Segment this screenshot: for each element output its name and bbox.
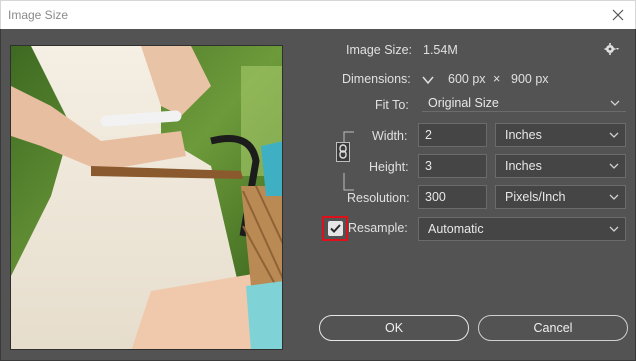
width-unit-value: Inches: [505, 128, 542, 142]
chevron-down-icon: [609, 226, 619, 232]
resample-label: Resample:: [348, 221, 408, 235]
width-unit-select[interactable]: Inches: [495, 123, 626, 147]
width-input[interactable]: 2: [418, 123, 487, 147]
close-icon: [612, 9, 624, 21]
dimensions-separator: ×: [493, 72, 501, 86]
dimensions-toggle[interactable]: [421, 73, 437, 87]
resolution-unit-value: Pixels/Inch: [505, 190, 566, 204]
constrain-proportions-button[interactable]: [336, 142, 352, 164]
window-title: Image Size: [8, 8, 69, 22]
close-button[interactable]: [607, 5, 629, 25]
fit-to-select[interactable]: Original Size: [422, 96, 626, 112]
height-input[interactable]: 3: [418, 154, 487, 178]
dialog-panel: Image Size: 1.54M Dimensions: 600 px × 9…: [0, 29, 636, 361]
dimensions-label: Dimensions:: [342, 72, 411, 86]
image-size-value: 1.54M: [423, 43, 458, 57]
height-unit-select[interactable]: Inches: [495, 154, 626, 178]
height-label: Height:: [369, 160, 409, 174]
chevron-down-icon: [609, 163, 619, 169]
height-input-value: 3: [425, 159, 432, 173]
chevron-down-icon: [422, 76, 434, 85]
title-bar: Image Size: [0, 0, 636, 29]
cancel-button[interactable]: Cancel: [478, 315, 628, 341]
chain-link-icon: [336, 142, 350, 162]
chevron-down-icon: [610, 100, 620, 106]
resample-method-value: Automatic: [428, 222, 484, 236]
settings-gear-button[interactable]: [604, 42, 622, 58]
checkmark-icon: [329, 224, 341, 233]
image-preview[interactable]: [10, 45, 283, 350]
chevron-down-icon: [609, 194, 619, 200]
fit-to-value: Original Size: [428, 96, 499, 110]
ok-button[interactable]: OK: [319, 315, 469, 341]
image-size-label: Image Size:: [346, 43, 413, 57]
resolution-input[interactable]: 300: [418, 185, 487, 209]
dimensions-width-value: 600 px: [448, 72, 486, 86]
resample-checkbox[interactable]: [327, 221, 343, 236]
width-label: Width:: [372, 129, 408, 143]
height-unit-value: Inches: [505, 159, 542, 173]
resolution-input-value: 300: [425, 190, 446, 204]
width-input-value: 2: [425, 128, 432, 142]
resample-method-select[interactable]: Automatic: [418, 217, 626, 241]
dimensions-height-value: 900 px: [511, 72, 549, 86]
chevron-down-icon: [609, 132, 619, 138]
resample-highlight: [322, 216, 348, 241]
resolution-unit-select[interactable]: Pixels/Inch: [495, 185, 626, 209]
resolution-label: Resolution:: [347, 191, 410, 205]
gear-icon: [604, 43, 619, 55]
fit-to-label: Fit To:: [375, 98, 409, 112]
preview-image: [11, 46, 282, 349]
